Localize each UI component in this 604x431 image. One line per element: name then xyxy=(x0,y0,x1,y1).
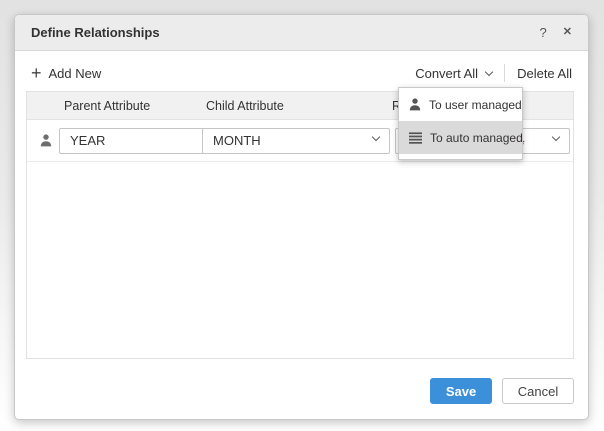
close-icon[interactable]: ✕ xyxy=(563,27,572,38)
child-attribute-select[interactable]: MONTH xyxy=(202,128,390,154)
convert-all-label: Convert All xyxy=(415,66,478,81)
chevron-down-icon xyxy=(552,133,560,141)
dialog-footer: Save Cancel xyxy=(430,378,574,404)
convert-all-menu: To user managed To auto managed xyxy=(398,87,523,160)
dialog-title: Define Relationships xyxy=(31,25,160,40)
auto-managed-icon xyxy=(409,132,422,144)
parent-attribute-value: YEAR xyxy=(70,133,105,148)
page-background: Define Relationships ? ✕ + Add New Conve… xyxy=(0,0,604,431)
parent-attribute-select[interactable]: YEAR xyxy=(59,128,224,154)
column-header-child-attribute: Child Attribute xyxy=(206,92,284,120)
help-icon[interactable]: ? xyxy=(540,26,547,39)
plus-icon: + xyxy=(31,66,42,80)
cancel-button[interactable]: Cancel xyxy=(502,378,574,404)
menu-item-to-auto-managed[interactable]: To auto managed xyxy=(399,121,522,154)
menu-item-label: To user managed xyxy=(429,98,522,112)
menu-item-to-user-managed[interactable]: To user managed xyxy=(399,88,522,121)
menu-item-label: To auto managed xyxy=(430,131,523,145)
toolbar-divider xyxy=(504,64,505,82)
add-new-label: Add New xyxy=(49,66,102,81)
chevron-down-icon xyxy=(372,133,380,141)
define-relationships-dialog: Define Relationships ? ✕ + Add New Conve… xyxy=(14,14,589,420)
save-button[interactable]: Save xyxy=(430,378,492,404)
column-header-parent-attribute: Parent Attribute xyxy=(64,92,150,120)
child-attribute-value: MONTH xyxy=(213,133,261,148)
add-new-button[interactable]: + Add New xyxy=(31,66,101,81)
delete-all-button[interactable]: Delete All xyxy=(517,66,572,81)
user-icon xyxy=(409,98,421,111)
chevron-down-icon xyxy=(485,67,493,75)
dialog-titlebar: Define Relationships ? ✕ xyxy=(15,15,588,51)
convert-all-button[interactable]: Convert All xyxy=(415,66,492,81)
dialog-toolbar: + Add New Convert All Delete All xyxy=(31,59,572,87)
user-managed-icon xyxy=(40,134,52,152)
